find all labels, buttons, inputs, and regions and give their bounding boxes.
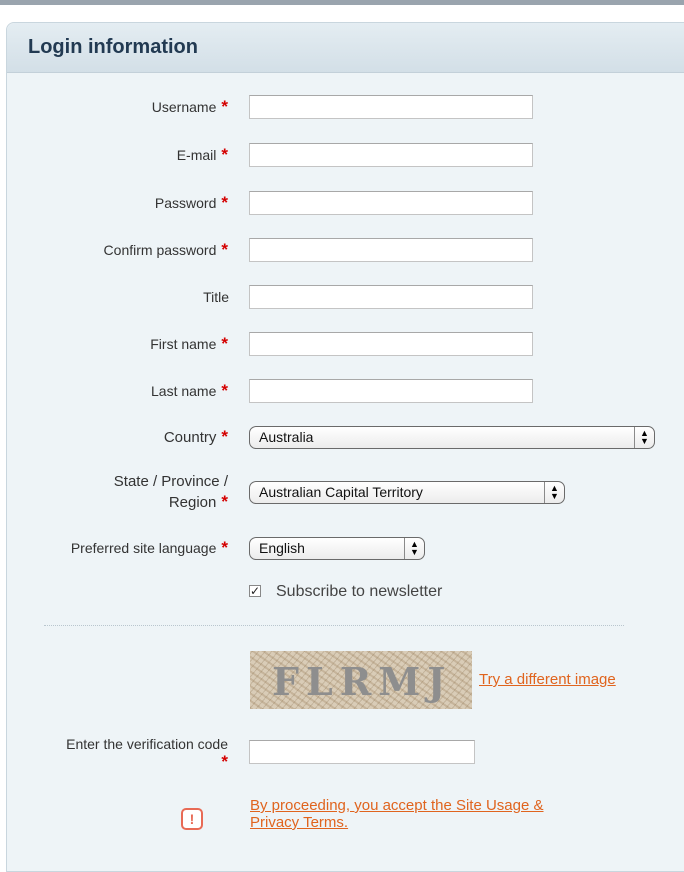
password-label: Password * [154, 193, 228, 212]
required-marker: * [221, 334, 228, 353]
updown-arrows-icon: ▲ ▼ [544, 482, 564, 503]
updown-arrows-icon: ▲ ▼ [634, 427, 654, 448]
required-marker: * [221, 145, 228, 164]
state-select[interactable]: Australian Capital Territory ▲ ▼ [249, 481, 565, 504]
panel-header: Login information [7, 23, 684, 73]
required-marker: * [221, 538, 228, 557]
country-selected-value: Australia [259, 429, 314, 445]
title-input[interactable] [249, 285, 533, 309]
required-marker: * [221, 240, 228, 259]
language-selected-value: English [259, 540, 305, 556]
country-label: Country * [163, 427, 228, 447]
required-marker: * [221, 193, 228, 212]
top-divider [0, 0, 684, 5]
terms-link[interactable]: By proceeding, you accept the Site Usage… [250, 797, 544, 831]
country-select[interactable]: Australia ▲ ▼ [249, 426, 655, 449]
captcha-image: FLRMJ [250, 651, 472, 709]
first-name-input[interactable] [249, 332, 533, 356]
section-title: Login information [28, 36, 198, 58]
required-marker: * [221, 97, 228, 116]
title-label: Title [203, 289, 229, 305]
checkmark-icon: ✓ [250, 584, 261, 598]
required-marker: * [221, 427, 228, 446]
last-name-input[interactable] [249, 379, 533, 403]
newsletter-label[interactable]: Subscribe to newsletter [276, 583, 442, 601]
required-marker: * [221, 752, 228, 771]
username-label: Username * [151, 97, 228, 116]
required-marker: * [221, 381, 228, 400]
state-selected-value: Australian Capital Territory [259, 484, 423, 500]
section-divider [44, 625, 624, 626]
exclamation-icon: ! [181, 808, 203, 830]
updown-arrows-icon: ▲ ▼ [404, 538, 424, 559]
required-marker: * [221, 492, 228, 511]
verification-code-input[interactable] [249, 740, 475, 764]
state-label: State / Province / Region * [113, 473, 228, 511]
language-select[interactable]: English ▲ ▼ [249, 537, 425, 560]
verification-label: Enter the verification code * [66, 736, 228, 771]
last-name-label: Last name * [151, 381, 228, 400]
confirm-password-input[interactable] [249, 238, 533, 262]
password-input[interactable] [249, 191, 533, 215]
captcha-text: FLRMJ [272, 659, 453, 704]
language-label: Preferred site language * [70, 538, 228, 557]
newsletter-checkbox[interactable]: ✓ [249, 585, 261, 597]
username-input[interactable] [249, 95, 533, 119]
first-name-label: First name * [150, 334, 228, 353]
email-label: E-mail * [176, 145, 228, 164]
email-input[interactable] [249, 143, 533, 167]
confirm-password-label: Confirm password * [103, 240, 228, 259]
try-different-image-link[interactable]: Try a different image [479, 671, 616, 688]
